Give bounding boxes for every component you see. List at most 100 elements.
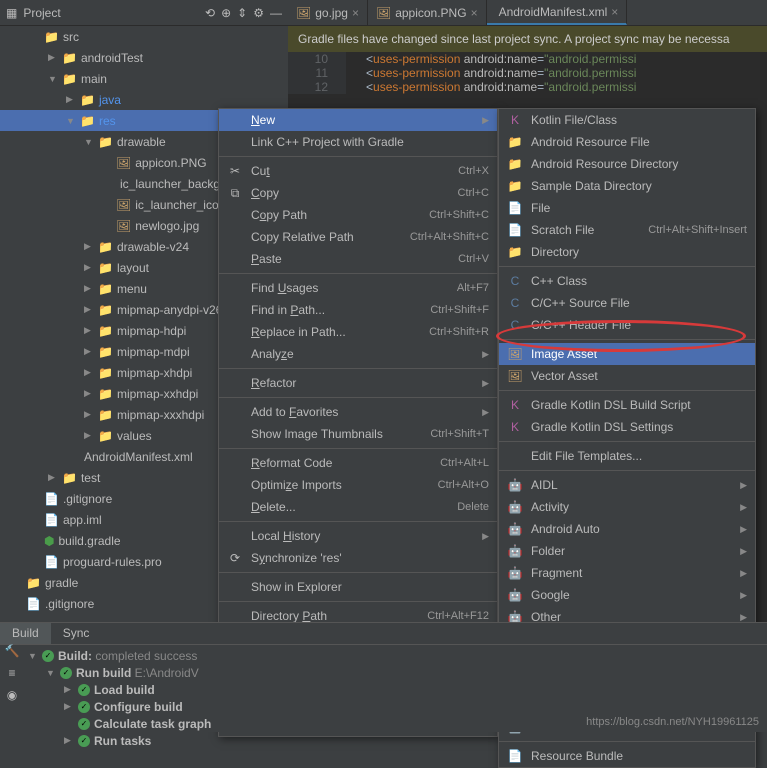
build-row[interactable]: ▼✓Build: completed success [24,647,767,664]
expand-icon[interactable]: ▶ [66,94,76,105]
menu-item[interactable]: Optimize ImportsCtrl+Alt+O [219,474,497,496]
menu-item[interactable]: 📁Android Resource Directory [499,153,755,175]
expand-icon[interactable]: ▼ [28,651,38,661]
menu-item[interactable]: 📁Sample Data Directory [499,175,755,197]
tree-row[interactable]: ▶📁androidTest [0,47,288,68]
menu-item[interactable]: ⟳Synchronize 'res' [219,547,497,569]
droid-icon: 🤖 [507,478,523,492]
expand-icon[interactable]: ▼ [66,116,76,126]
expand-icon[interactable]: ▼ [48,74,58,84]
menu-item[interactable]: CC++ Class [499,270,755,292]
menu-item[interactable]: Show Image ThumbnailsCtrl+Shift+T [219,423,497,445]
expand-icon[interactable]: ▶ [84,262,94,273]
menu-item[interactable]: 📁Directory [499,241,755,263]
menu-icon: ⧉ [227,186,243,201]
editor-tab[interactable]: 🖼go.jpg× [288,0,368,25]
build-icon[interactable]: 🔨 [0,640,24,662]
expand-icon[interactable]: ▶ [48,52,58,63]
menu-item[interactable]: Copy Relative PathCtrl+Alt+Shift+C [219,226,497,248]
submenu-icon: ▶ [740,590,747,601]
menu-item[interactable]: Link C++ Project with Gradle [219,131,497,153]
menu-item[interactable]: New▶ [219,109,497,131]
code-line[interactable]: 12<uses-permission android:name="android… [288,80,767,94]
collapse-icon[interactable]: ⇕ [237,6,247,20]
menu-item[interactable]: PasteCtrl+V [219,248,497,270]
menu-item[interactable]: KKotlin File/Class [499,109,755,131]
menu-item[interactable]: CC/C++ Source File [499,292,755,314]
menu-item[interactable]: Replace in Path...Ctrl+Shift+R [219,321,497,343]
expand-icon[interactable]: ▶ [84,283,94,294]
menu-item[interactable]: CC/C++ Header File [499,314,755,336]
tree-label: mipmap-xxxhdpi [117,408,204,422]
menu-item[interactable]: Copy PathCtrl+Shift+C [219,204,497,226]
build-row[interactable]: ▶✓Load build [24,681,767,698]
menu-item[interactable]: Analyze▶ [219,343,497,365]
expand-icon[interactable]: ▶ [84,430,94,441]
folder-icon: 📁 [98,303,113,317]
build-row[interactable]: ▶✓Configure build [24,698,767,715]
tool-icon[interactable]: ≡ [0,662,24,684]
menu-item[interactable]: Reformat CodeCtrl+Alt+L [219,452,497,474]
expand-icon[interactable]: ▶ [84,325,94,336]
menu-item[interactable]: ⧉CopyCtrl+C [219,182,497,204]
code-line[interactable]: 11<uses-permission android:name="android… [288,66,767,80]
menu-item[interactable]: 📄File [499,197,755,219]
expand-icon[interactable]: ▶ [48,472,58,483]
menu-item[interactable]: Edit File Templates... [499,445,755,467]
expand-icon[interactable]: ▼ [46,668,56,678]
menu-item[interactable]: 🤖AIDL▶ [499,474,755,496]
tool2-icon[interactable]: ◉ [0,684,24,706]
sync-icon[interactable]: ⟲ [205,6,215,20]
target-icon[interactable]: ⊕ [221,6,231,20]
sync-banner[interactable]: Gradle files have changed since last pro… [288,26,767,52]
menu-item[interactable]: 📁Android Resource File [499,131,755,153]
menu-item[interactable]: 🤖Activity▶ [499,496,755,518]
expand-icon[interactable]: ▶ [84,388,94,399]
folder-icon: 📁 [507,245,523,259]
build-tree[interactable]: ▼✓Build: completed success▼✓Run build E:… [0,645,767,749]
hide-icon[interactable]: — [270,6,282,20]
menu-item[interactable]: Local History▶ [219,525,497,547]
menu-item[interactable]: 🤖Folder▶ [499,540,755,562]
menu-item[interactable]: ✂CutCtrl+X [219,160,497,182]
code-line[interactable]: 10<uses-permission android:name="android… [288,52,767,66]
menu-item[interactable]: 🖼Image Asset [499,343,755,365]
editor-tab[interactable]: AndroidManifest.xml× [487,0,628,25]
tree-row[interactable]: 📁src [0,26,288,47]
gear-icon[interactable]: ⚙ [253,6,264,20]
tree-row[interactable]: ▶📁java [0,89,288,110]
expand-icon[interactable]: ▶ [64,735,74,746]
menu-item[interactable]: Find in Path...Ctrl+Shift+F [219,299,497,321]
close-icon[interactable]: × [611,5,618,19]
expand-icon[interactable]: ▶ [84,409,94,420]
menu-item[interactable]: 🤖Google▶ [499,584,755,606]
editor-tab[interactable]: 🖼appicon.PNG× [368,0,487,25]
expand-icon[interactable]: ▶ [84,346,94,357]
build-row[interactable]: ▶✓Run tasks [24,732,767,749]
menu-item[interactable]: Add to Favorites▶ [219,401,497,423]
menu-item[interactable]: 🖼Vector Asset [499,365,755,387]
menu-item[interactable]: KGradle Kotlin DSL Build Script [499,394,755,416]
tree-row[interactable]: ▼📁main [0,68,288,89]
build-row[interactable]: ▼✓Run build E:\AndroidV [24,664,767,681]
menu-item[interactable]: Refactor▶ [219,372,497,394]
expand-icon[interactable]: ▶ [64,701,74,712]
menu-item[interactable]: Delete...Delete [219,496,497,518]
menu-item[interactable]: 📄Scratch FileCtrl+Alt+Shift+Insert [499,219,755,241]
expand-icon[interactable]: ▶ [84,367,94,378]
menu-label: Optimize Imports [251,478,430,492]
menu-item[interactable]: 🤖Android Auto▶ [499,518,755,540]
menu-label: Android Resource Directory [531,157,747,171]
close-icon[interactable]: × [352,6,359,20]
close-icon[interactable]: × [471,6,478,20]
menu-item[interactable]: Show in Explorer [219,576,497,598]
expand-icon[interactable]: ▼ [84,137,94,147]
tree-label: values [117,429,152,443]
menu-item[interactable]: 🤖Fragment▶ [499,562,755,584]
expand-icon[interactable]: ▶ [84,241,94,252]
menu-item[interactable]: Find UsagesAlt+F7 [219,277,497,299]
expand-icon[interactable]: ▶ [84,304,94,315]
bottom-tab[interactable]: Sync [51,623,102,644]
expand-icon[interactable]: ▶ [64,684,74,695]
menu-item[interactable]: KGradle Kotlin DSL Settings [499,416,755,438]
